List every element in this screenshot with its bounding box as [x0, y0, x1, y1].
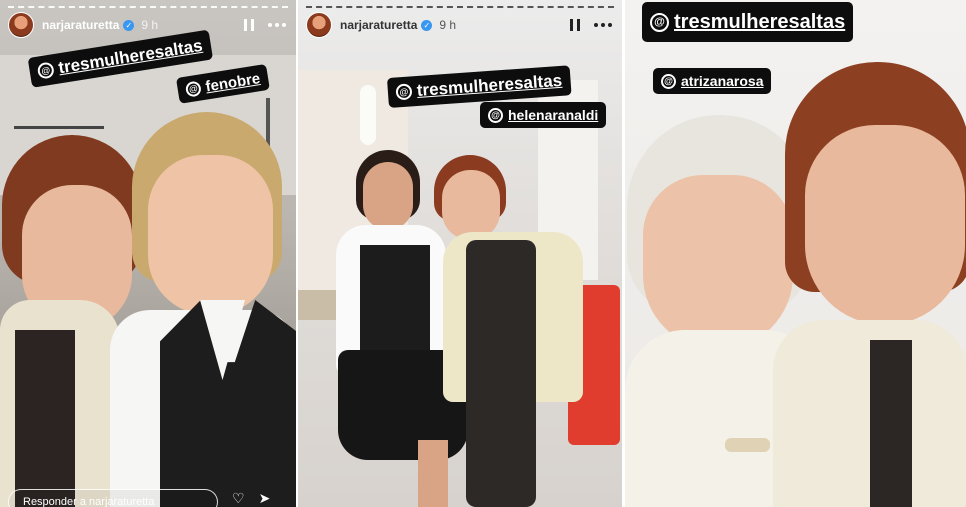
story-header: narjaraturetta ✓ 9 h — [306, 12, 612, 38]
person-necklace — [725, 438, 770, 452]
more-options-icon[interactable] — [594, 23, 612, 27]
avatar[interactable] — [8, 12, 34, 38]
at-icon: @ — [395, 83, 413, 101]
person-blouse — [15, 330, 75, 507]
clothes-rack — [14, 126, 104, 129]
verified-icon: ✓ — [123, 19, 135, 31]
mention-tag[interactable]: @ helenaranaldi — [480, 102, 607, 128]
send-icon[interactable]: ➤ — [259, 490, 271, 507]
mention-tag[interactable]: @ atrizanarosa — [653, 68, 772, 94]
pause-icon[interactable] — [244, 19, 254, 31]
mention-text: tresmulheresaltas — [416, 70, 563, 100]
mirror-light — [360, 85, 376, 145]
mention-text: atrizanarosa — [681, 73, 764, 89]
post-time: 9 h — [439, 18, 457, 32]
mention-tag[interactable]: @ tresmulheresaltas — [642, 2, 854, 42]
person-face — [805, 125, 965, 325]
person-face — [442, 170, 500, 240]
username[interactable]: narjaraturetta — [340, 18, 417, 32]
reply-input[interactable]: Responder a narjaraturetta — [8, 489, 218, 507]
story-panel-3: @ tresmulheresaltas @ atrizanarosa — [625, 0, 966, 507]
heart-icon[interactable]: ♡ — [232, 490, 245, 507]
story-header: narjaraturetta ✓ 9 h — [8, 12, 286, 38]
at-icon: @ — [661, 73, 676, 89]
avatar[interactable] — [306, 12, 332, 38]
person-legs — [418, 440, 448, 507]
at-icon: @ — [488, 107, 503, 123]
story-panel-2: narjaraturetta ✓ 9 h @ tresmulheresaltas … — [298, 0, 622, 507]
mention-text: tresmulheresaltas — [674, 10, 846, 33]
story-panel-1: narjaraturetta ✓ 9 h @ tresmulheresaltas … — [0, 0, 296, 507]
username[interactable]: narjaraturetta — [42, 18, 119, 32]
post-time: 9 h — [141, 18, 159, 32]
person-face — [148, 155, 273, 315]
person-face — [643, 175, 793, 350]
mention-text: fenobre — [204, 69, 262, 96]
person-face — [363, 162, 413, 230]
verified-icon: ✓ — [421, 19, 433, 31]
person-blouse — [870, 340, 912, 507]
pause-icon[interactable] — [570, 19, 580, 31]
story-progress-bar — [8, 6, 288, 10]
more-options-icon[interactable] — [268, 23, 286, 27]
story-progress-bar — [306, 6, 614, 10]
at-icon: @ — [650, 12, 669, 32]
at-icon: @ — [36, 61, 55, 80]
at-icon: @ — [184, 79, 202, 98]
person-dress — [466, 240, 536, 507]
mention-text: helenaranaldi — [508, 107, 599, 123]
